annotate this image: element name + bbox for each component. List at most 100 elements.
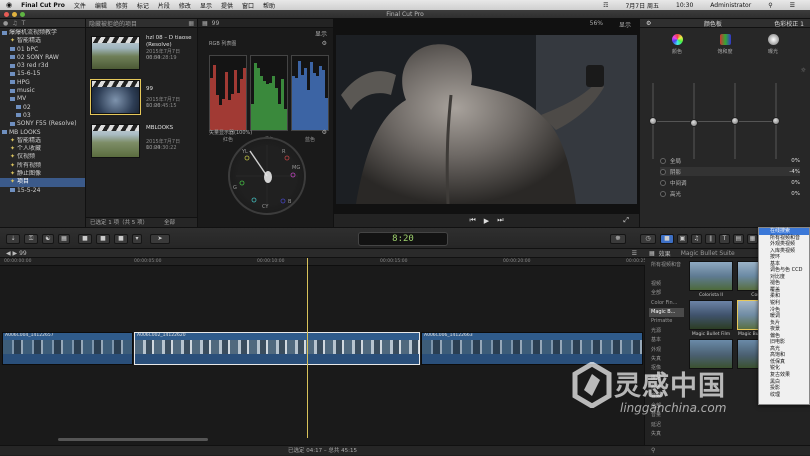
library-item[interactable]: 03 red r3d	[0, 62, 85, 70]
library-item[interactable]: music	[0, 87, 85, 95]
menu-provide[interactable]: 提供	[221, 1, 233, 10]
close-window-button[interactable]	[4, 12, 9, 17]
select-tool[interactable]: ➤	[150, 234, 170, 244]
reset-icon[interactable]: ☼	[801, 67, 806, 74]
effect-thumb[interactable]	[689, 261, 733, 291]
music-button[interactable]: ♫	[691, 234, 702, 244]
menu-help[interactable]: 帮助	[263, 1, 275, 10]
library-item[interactable]: MV	[0, 95, 85, 103]
param-shadows-value[interactable]: -4%	[789, 169, 800, 175]
library-item[interactable]: 03	[0, 112, 85, 120]
library-toggle-button[interactable]: ▦	[58, 234, 70, 244]
edit-dropdown[interactable]: ▾	[132, 234, 142, 244]
browser-clip[interactable]: hzl 08 – D tiaose (Resolve) 2015年7月7日 06…	[90, 32, 194, 70]
effects-expand-icon[interactable]: ▦	[649, 250, 655, 257]
library-item[interactable]: ✦ 静止图像	[0, 170, 85, 178]
library-item[interactable]: ✦ 所有视频	[0, 162, 85, 170]
clip-thumbnail[interactable]	[91, 124, 140, 158]
effects-category-item[interactable]: 光源	[649, 327, 684, 336]
param-global[interactable]: 全局 0%	[660, 156, 800, 165]
param-midtones[interactable]: 中间调 0%	[660, 178, 800, 187]
menu-user[interactable]: Administrator	[710, 2, 751, 9]
param-shadows[interactable]: 阴影 -4%	[660, 167, 800, 176]
playhead[interactable]	[307, 258, 308, 438]
music-icon[interactable]: ♫	[12, 20, 17, 27]
effects-category-item[interactable]: 视频	[649, 280, 684, 289]
library-item[interactable]: ✦ 项目	[0, 178, 85, 187]
overwrite-button[interactable]: ■	[114, 234, 128, 244]
fullscreen-icon[interactable]: ⤢	[623, 216, 629, 225]
inspector-tools-icon[interactable]: ⚙	[646, 20, 651, 27]
timeline-scrollbar[interactable]	[58, 438, 208, 441]
gear-icon[interactable]: ⚙	[322, 40, 327, 47]
menu-view[interactable]: 显示	[200, 1, 212, 10]
effects-category-item[interactable]: Color Fin...	[649, 299, 684, 308]
camera-icon[interactable]: ●	[3, 20, 8, 27]
library-item[interactable]: 15-6-15	[0, 70, 85, 78]
zoom-window-button[interactable]	[20, 12, 25, 17]
menu-modify[interactable]: 修改	[179, 1, 191, 10]
photo-button[interactable]: ▣	[677, 234, 688, 244]
menu-window[interactable]: 窗口	[242, 1, 254, 10]
menu-app[interactable]: Final Cut Pro	[21, 2, 65, 9]
browser-clip[interactable]: MBLOOKS 2015年7月7日 10:24 00:00:30:22	[90, 120, 194, 158]
menu-mark[interactable]: 标记	[137, 1, 149, 10]
tab-exposure[interactable]: 曝光	[760, 34, 786, 55]
video-effects-button[interactable]: ■	[660, 234, 674, 244]
gear-icon[interactable]: ⚙	[322, 129, 327, 136]
keyword-button[interactable]: ⚿	[24, 234, 38, 244]
scopes-display-menu[interactable]: 显示	[315, 29, 327, 38]
apple-menu-icon[interactable]: ◉	[6, 1, 12, 9]
param-midtones-value[interactable]: 0%	[791, 180, 800, 186]
retime-button[interactable]: ◷	[640, 234, 656, 244]
forward-arrow-icon[interactable]: ▶	[13, 250, 18, 257]
timeline-clip[interactable]: A006C004_14122657	[2, 332, 133, 365]
generators-button[interactable]: ▤	[733, 234, 744, 244]
timeline-ruler[interactable]: 00:00:00:00 00:00:05:00 00:00:10:00 00:0…	[0, 258, 653, 266]
library-item[interactable]: 01 bPC	[0, 46, 85, 54]
clip-thumbnail[interactable]	[90, 79, 141, 115]
filmstrip-icon[interactable]: ▦	[202, 20, 208, 27]
effects-category-item[interactable]: Primatte	[649, 317, 684, 326]
prev-frame-button[interactable]: ⏮	[469, 216, 475, 225]
library-item[interactable]: ✦ 个人收藏	[0, 145, 85, 153]
analyze-button[interactable]: ☯	[42, 234, 54, 244]
param-highlights[interactable]: 高光 0%	[660, 189, 800, 198]
effects-category-item[interactable]: 全部	[649, 289, 684, 298]
global-knob[interactable]	[649, 117, 657, 125]
effect-thumb[interactable]	[689, 300, 733, 330]
video-frame[interactable]	[336, 35, 637, 204]
wifi-icon[interactable]: ☶	[603, 2, 608, 9]
effects-category-item[interactable]: 基本	[649, 336, 684, 345]
filmstrip-icon[interactable]: ▦	[188, 20, 194, 27]
viewer-display-menu[interactable]: 显示	[619, 20, 631, 29]
menu-time[interactable]: 10:30	[676, 2, 693, 9]
library-item[interactable]: 15-5-24	[0, 187, 85, 195]
titles-button[interactable]: T	[719, 234, 730, 244]
back-arrow-icon[interactable]: ◀	[6, 250, 11, 257]
menu-trim[interactable]: 修剪	[116, 1, 128, 10]
browser-filter[interactable]: 隐藏被拒绝的项目	[89, 19, 137, 28]
timeline-clip-selected[interactable]: A006C002_14122620	[134, 332, 420, 365]
menu-file[interactable]: 文件	[74, 1, 86, 10]
effects-category-item[interactable]: 外观	[649, 346, 684, 355]
library-item[interactable]: ✦ 仅视频	[0, 153, 85, 161]
search-icon[interactable]: ⚲	[651, 447, 655, 454]
minimize-window-button[interactable]	[12, 12, 17, 17]
effects-category-item[interactable]: Magic B...	[649, 307, 684, 318]
title-icon[interactable]: T	[22, 20, 26, 27]
transitions-button[interactable]: ∥	[705, 234, 716, 244]
library-item[interactable]: SONY F55 (Resolve)	[0, 120, 85, 128]
insert-button[interactable]: ■	[96, 234, 110, 244]
zoom-level[interactable]: 56%	[590, 20, 603, 27]
library-item[interactable]: 02	[0, 104, 85, 112]
search-icon[interactable]: ⚲	[768, 2, 772, 9]
dashboard-timecode[interactable]: 8:20	[358, 232, 448, 246]
library-item[interactable]: HPG	[0, 79, 85, 87]
browser-clip-selected[interactable]: 99 2015年7月7日 10:26 00:00:45:15	[90, 76, 194, 115]
param-global-value[interactable]: 0%	[791, 158, 800, 164]
import-button[interactable]: ⇣	[6, 234, 20, 244]
next-frame-button[interactable]: ⏭	[497, 216, 503, 225]
menu-clip[interactable]: 片段	[158, 1, 170, 10]
library-item[interactable]: 02 SONY RAW	[0, 54, 85, 62]
